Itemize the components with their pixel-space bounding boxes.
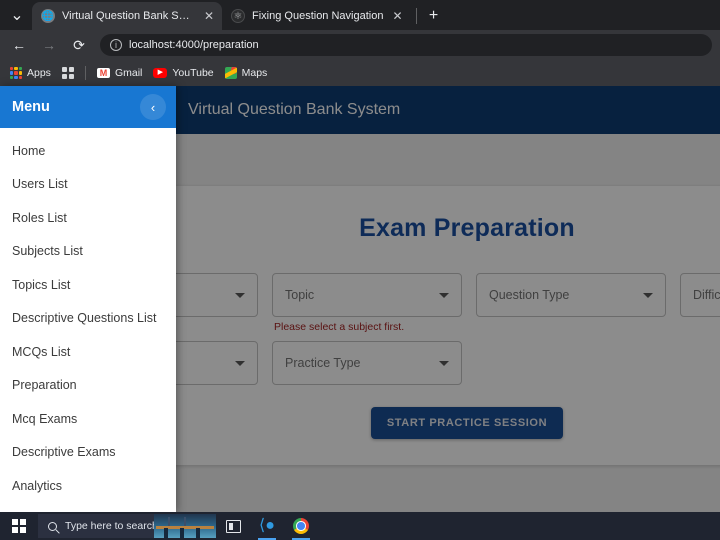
bookmark-divider (84, 66, 86, 80)
bookmark-maps-label: Maps (241, 67, 268, 79)
bookmark-youtube-label: YouTube (172, 67, 214, 79)
bookmark-youtube[interactable]: ▶ YouTube (153, 67, 214, 79)
sidebar-item-subjects-list[interactable]: Subjects List (0, 235, 176, 269)
vscode-taskbar-button[interactable]: ⟨● (250, 512, 284, 540)
taskbar-search-placeholder: Type here to search (65, 520, 158, 532)
chevron-left-icon[interactable]: ‹ (140, 94, 166, 120)
navigation-drawer: Menu ‹ Home Users List Roles List Subjec… (0, 86, 176, 512)
dark-globe-icon: ⚛ (231, 9, 245, 23)
sidebar-item-label: Roles List (12, 210, 67, 225)
forward-arrow-icon[interactable]: → (38, 34, 60, 56)
tab-search-chevron-down-icon[interactable]: ⌄ (4, 2, 30, 28)
browser-tab-2[interactable]: ⚛ Fixing Question Navigation ✕ (222, 2, 411, 30)
sidebar-item-topics-list[interactable]: Topics List (0, 268, 176, 302)
tab-divider (415, 8, 417, 24)
sidebar-item-mcq-exams[interactable]: Mcq Exams (0, 402, 176, 436)
browser-tab-1-title: Virtual Question Bank System (62, 10, 195, 22)
bookmark-apps[interactable]: Apps (10, 67, 51, 79)
sidebar-item-label: Topics List (12, 277, 71, 292)
browser-tab-2-title: Fixing Question Navigation (252, 10, 384, 22)
sidebar-item-label: Users List (12, 177, 68, 192)
close-icon[interactable]: ✕ (202, 10, 216, 22)
grid-icon (61, 67, 74, 79)
bookmark-maps[interactable]: Maps (224, 67, 268, 79)
sidebar-item-home[interactable]: Home (0, 134, 176, 168)
browser-tab-1[interactable]: 🌐 Virtual Question Bank System ✕ (32, 2, 222, 30)
back-arrow-icon[interactable]: ← (8, 34, 30, 56)
reload-icon[interactable]: ⟳ (68, 34, 90, 56)
youtube-icon: ▶ (153, 68, 168, 78)
bookmark-grid[interactable] (61, 67, 74, 79)
site-info-icon[interactable]: i (110, 39, 122, 51)
address-bar-url: localhost:4000/preparation (129, 39, 259, 51)
windows-taskbar: Type here to search ⟨● (0, 512, 720, 540)
sidebar-item-label: Analytics (12, 478, 63, 493)
taskbar-search-input[interactable]: Type here to search (38, 514, 216, 538)
new-tab-button[interactable]: + (422, 4, 446, 28)
bookmark-gmail-label: Gmail (114, 67, 143, 79)
sidebar-item-label: Descriptive Questions List (12, 311, 157, 326)
sidebar-item-label: Descriptive Exams (12, 445, 116, 460)
chrome-icon (293, 518, 309, 534)
sidebar-item-label: Home (12, 143, 46, 158)
browser-toolbar: ← → ⟳ i localhost:4000/preparation (0, 30, 720, 60)
apps-grid-icon (10, 67, 22, 79)
address-bar[interactable]: i localhost:4000/preparation (100, 34, 712, 56)
sidebar-item-mcqs-list[interactable]: MCQs List (0, 335, 176, 369)
sidebar-item-label: Mcq Exams (12, 411, 78, 426)
drawer-header: Menu ‹ (0, 86, 176, 128)
bookmark-gmail[interactable]: M Gmail (96, 67, 143, 79)
sidebar-item-analytics[interactable]: Analytics (0, 469, 176, 503)
vscode-icon: ⟨● (259, 517, 275, 534)
search-banner-image (154, 514, 216, 538)
close-icon[interactable]: ✕ (390, 10, 404, 22)
browser-tabstrip: ⌄ 🌐 Virtual Question Bank System ✕ ⚛ Fix… (0, 0, 720, 30)
bookmark-apps-label: Apps (27, 67, 51, 79)
chrome-taskbar-button[interactable] (284, 512, 318, 540)
sidebar-item-descriptive-exams[interactable]: Descriptive Exams (0, 436, 176, 470)
sidebar-item-label: Preparation (12, 378, 77, 393)
drawer-title: Menu (12, 99, 50, 115)
chrome-browser-window: ⌄ 🌐 Virtual Question Bank System ✕ ⚛ Fix… (0, 0, 720, 540)
sidebar-item-users-list[interactable]: Users List (0, 168, 176, 202)
maps-icon (224, 67, 237, 79)
bookmarks-bar: Apps M Gmail ▶ YouTube Maps (0, 60, 720, 86)
task-view-icon (225, 519, 241, 533)
gmail-icon: M (96, 68, 110, 78)
search-icon (48, 521, 57, 531)
windows-start-button[interactable] (0, 512, 38, 540)
task-view-button[interactable] (216, 512, 250, 540)
sidebar-item-label: MCQs List (12, 344, 71, 359)
sidebar-item-roles-list[interactable]: Roles List (0, 201, 176, 235)
drawer-menu-list: Home Users List Roles List Subjects List… (0, 128, 176, 503)
sidebar-item-preparation[interactable]: Preparation (0, 369, 176, 403)
globe-icon: 🌐 (41, 9, 55, 23)
sidebar-item-label: Subjects List (12, 244, 83, 259)
windows-start-icon (12, 519, 26, 533)
sidebar-item-descriptive-questions-list[interactable]: Descriptive Questions List (0, 302, 176, 336)
